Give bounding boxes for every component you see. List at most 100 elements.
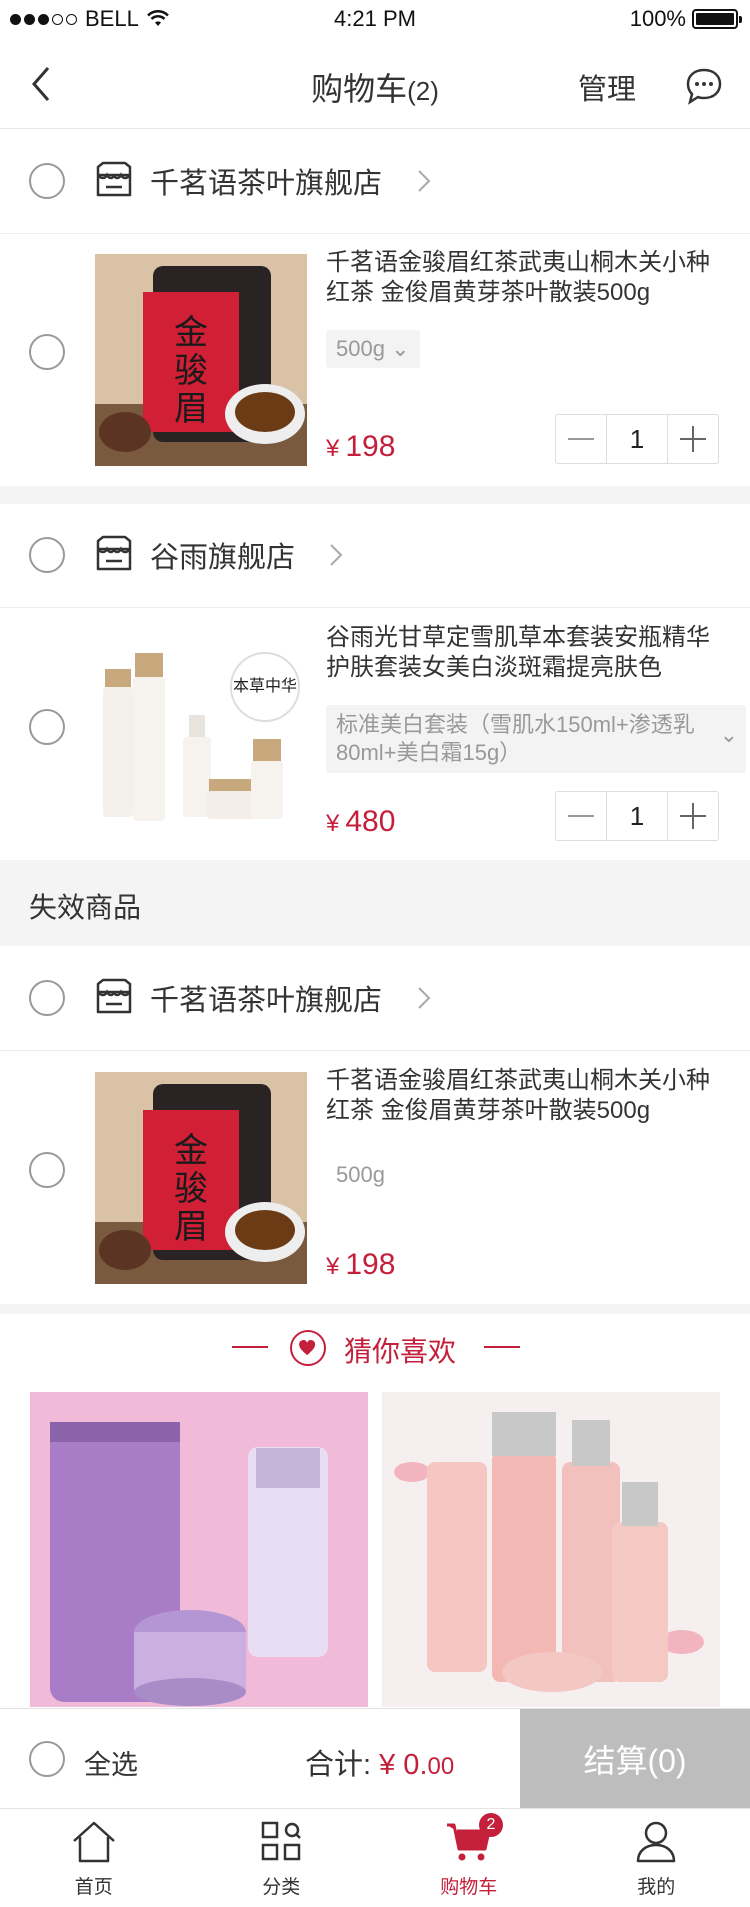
- quantity-stepper: 1: [555, 791, 719, 841]
- shop-name[interactable]: 千茗语茶叶旗舰店: [150, 160, 382, 202]
- cart-badge: 2: [479, 1813, 503, 1837]
- product-image[interactable]: 金骏眉: [95, 1072, 307, 1284]
- spec-text: 500g: [326, 1156, 395, 1194]
- product-image[interactable]: 本草中华: [95, 629, 307, 841]
- price: ¥198: [326, 1248, 395, 1282]
- product-image[interactable]: 金骏眉: [95, 254, 307, 466]
- spec-selector[interactable]: 标准美白套装（雪肌水150ml+渗透乳80ml+美白霜15g） ⌄: [326, 705, 746, 773]
- svg-text:金: 金: [174, 1131, 208, 1171]
- svg-text:金: 金: [174, 313, 208, 353]
- tab-cart[interactable]: 2 购物车: [375, 1809, 563, 1907]
- invalid-section-header: 失效商品: [0, 860, 750, 946]
- quantity-value[interactable]: 1: [606, 792, 668, 840]
- tab-bar: 首页 分类 2 购物车 我的: [0, 1808, 750, 1907]
- price-value: 480: [345, 805, 395, 838]
- item-select-radio[interactable]: [29, 334, 65, 370]
- recommend-product-image[interactable]: [382, 1392, 720, 1707]
- currency-symbol: ¥: [326, 1253, 339, 1280]
- chevron-down-icon: ⌄: [391, 336, 409, 361]
- checkout-button[interactable]: 结算(0): [520, 1709, 750, 1809]
- product-title[interactable]: 千茗语金骏眉红茶武夷山桐木关小种红茶 金俊眉黄芽茶叶散装500g: [326, 1066, 726, 1126]
- svg-text:骏: 骏: [174, 1169, 208, 1209]
- shop-select-radio[interactable]: [29, 980, 65, 1016]
- store-icon: [95, 161, 133, 199]
- select-all-radio[interactable]: [29, 1741, 65, 1777]
- tab-label: 购物车: [375, 1872, 563, 1899]
- category-icon: [257, 1819, 305, 1865]
- shop-select-radio[interactable]: [29, 163, 65, 199]
- plus-button[interactable]: [668, 415, 718, 463]
- tab-category[interactable]: 分类: [188, 1809, 376, 1907]
- status-bar: BELL 4:21 PM 100%: [0, 0, 750, 40]
- recommend-product-image[interactable]: [30, 1392, 368, 1707]
- price-value: 198: [345, 1248, 395, 1281]
- svg-text:骏: 骏: [174, 351, 208, 391]
- shop-header[interactable]: 千茗语茶叶旗舰店: [0, 129, 750, 234]
- minus-button[interactable]: [556, 415, 606, 463]
- battery-percent: 100%: [630, 6, 686, 32]
- total-price: 合计: ¥ 0.00: [305, 1741, 454, 1783]
- cart-count: (2): [407, 76, 439, 106]
- quantity-value[interactable]: 1: [606, 415, 668, 463]
- spec-text: 500g: [336, 336, 385, 361]
- heart-icon: [290, 1330, 326, 1366]
- plus-button[interactable]: [668, 792, 718, 840]
- store-icon: [95, 978, 133, 1016]
- divider-line: [484, 1346, 520, 1348]
- section-divider: [0, 1304, 750, 1314]
- recommend-title: 猜你喜欢: [344, 1330, 456, 1370]
- cart-item: 本草中华 谷雨光甘草定雪肌草本套装安瓶精华护肤套装女美白淡斑霜提亮肤色 标准美白…: [0, 609, 750, 859]
- manage-button[interactable]: 管理: [578, 66, 636, 108]
- tab-label: 首页: [0, 1872, 188, 1899]
- total-amount-dec: 00: [428, 1753, 455, 1780]
- home-icon: [70, 1819, 118, 1865]
- shop-select-radio[interactable]: [29, 537, 65, 573]
- navigation-bar: 购物车(2) 管理: [0, 40, 750, 129]
- message-icon[interactable]: [684, 66, 724, 106]
- price: ¥198: [326, 430, 395, 464]
- tab-home[interactable]: 首页: [0, 1809, 188, 1907]
- total-label: 合计:: [305, 1749, 371, 1781]
- shop-header[interactable]: 谷雨旗舰店: [0, 503, 750, 608]
- item-select-radio[interactable]: [29, 1152, 65, 1188]
- svg-text:眉: 眉: [174, 1207, 208, 1247]
- item-select-radio[interactable]: [29, 709, 65, 745]
- cart-item: 金骏眉 千茗语金骏眉红茶武夷山桐木关小种红茶 金俊眉黄芽茶叶散装500g 500…: [0, 234, 750, 484]
- page-title-text: 购物车: [311, 71, 407, 107]
- total-amount-int: ¥ 0.: [379, 1749, 427, 1781]
- store-icon: [95, 535, 133, 573]
- section-divider: [0, 486, 750, 504]
- currency-symbol: ¥: [326, 435, 339, 462]
- svg-text:眉: 眉: [174, 389, 208, 429]
- user-icon: [632, 1819, 680, 1865]
- spec-selector[interactable]: 500g ⌄: [326, 330, 420, 368]
- chevron-right-icon: [328, 541, 344, 569]
- chevron-down-icon: ⌄: [720, 721, 738, 749]
- select-all-label[interactable]: 全选: [84, 1743, 138, 1782]
- invalid-cart-item: 金骏眉 千茗语金骏眉红茶武夷山桐木关小种红茶 金俊眉黄芽茶叶散装500g 500…: [0, 1052, 750, 1302]
- spec-text: 标准美白套装（雪肌水150ml+渗透乳80ml+美白霜15g）: [336, 712, 695, 765]
- quantity-stepper: 1: [555, 414, 719, 464]
- product-title[interactable]: 谷雨光甘草定雪肌草本套装安瓶精华护肤套装女美白淡斑霜提亮肤色: [326, 623, 726, 683]
- battery-icon: [692, 9, 738, 29]
- divider-line: [232, 1346, 268, 1348]
- tab-label: 我的: [563, 1872, 750, 1899]
- price: ¥480: [326, 805, 395, 839]
- tab-profile[interactable]: 我的: [563, 1809, 750, 1907]
- shop-header[interactable]: 千茗语茶叶旗舰店: [0, 946, 750, 1051]
- minus-button[interactable]: [556, 792, 606, 840]
- page-title: 购物车(2): [0, 64, 750, 110]
- recommend-header: 猜你喜欢: [0, 1330, 750, 1360]
- product-title[interactable]: 千茗语金骏眉红茶武夷山桐木关小种红茶 金俊眉黄芽茶叶散装500g: [326, 248, 726, 308]
- battery-area: 100%: [630, 6, 738, 32]
- svg-text:本草中华: 本草中华: [233, 676, 297, 695]
- invalid-title: 失效商品: [29, 886, 141, 926]
- chevron-right-icon: [416, 167, 432, 195]
- price-value: 198: [345, 430, 395, 463]
- checkout-bar: 全选 合计: ¥ 0.00 结算(0): [0, 1708, 750, 1809]
- currency-symbol: ¥: [326, 810, 339, 837]
- total-amount: ¥ 0.00: [379, 1749, 454, 1781]
- shop-name[interactable]: 千茗语茶叶旗舰店: [150, 977, 382, 1019]
- tab-label: 分类: [188, 1872, 376, 1899]
- shop-name[interactable]: 谷雨旗舰店: [150, 534, 295, 576]
